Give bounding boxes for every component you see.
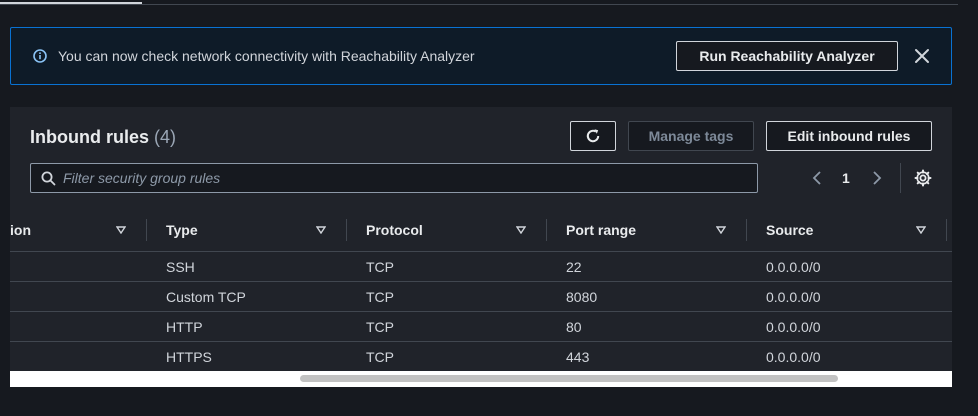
cell-type: HTTP (166, 319, 203, 335)
horizontal-scrollbar[interactable] (10, 371, 952, 387)
refresh-button[interactable] (570, 121, 616, 151)
filter-input[interactable] (63, 168, 743, 188)
column-divider (546, 219, 547, 241)
cell-source: 0.0.0.0/0 (766, 259, 821, 275)
cell-type: HTTPS (166, 349, 212, 365)
cell-protocol: TCP (366, 259, 394, 275)
flash-message: You can now check network connectivity w… (58, 48, 475, 64)
cell-source: 0.0.0.0/0 (766, 319, 821, 335)
cell-protocol: TCP (366, 349, 394, 365)
table-row[interactable]: SSH TCP 22 0.0.0.0/0 (10, 252, 952, 282)
column-header-type[interactable]: Type (166, 222, 198, 238)
cell-protocol: TCP (366, 319, 394, 335)
cell-port-range: 22 (566, 259, 582, 275)
scrollbar-thumb[interactable] (300, 375, 838, 382)
column-divider (946, 219, 947, 241)
pager-divider (900, 163, 901, 193)
tab-divider (0, 4, 958, 5)
info-flash-banner: You can now check network connectivity w… (10, 27, 952, 85)
column-divider (146, 219, 147, 241)
cell-type: SSH (166, 259, 195, 275)
table-header: ion Type Protocol Port range Source (10, 207, 952, 252)
current-page-number[interactable]: 1 (842, 170, 850, 186)
column-header-protocol[interactable]: Protocol (366, 222, 423, 238)
column-header-source[interactable]: Source (766, 222, 813, 238)
cell-port-range: 443 (566, 349, 590, 365)
run-reachability-analyzer-button[interactable]: Run Reachability Analyzer (676, 41, 898, 71)
rule-count: (4) (154, 127, 177, 147)
sort-down-icon[interactable] (316, 226, 326, 234)
panel-title-text: Inbound rules (30, 127, 149, 147)
search-icon (41, 171, 56, 186)
refresh-icon (586, 129, 600, 143)
chevron-left-icon[interactable] (810, 170, 824, 186)
cell-port-range: 80 (566, 319, 582, 335)
chevron-right-icon[interactable] (870, 170, 884, 186)
cell-source: 0.0.0.0/0 (766, 349, 821, 365)
table-row[interactable]: HTTP TCP 80 0.0.0.0/0 (10, 312, 952, 342)
sort-down-icon[interactable] (916, 226, 926, 234)
close-icon[interactable] (914, 48, 930, 64)
cell-type: Custom TCP (166, 289, 246, 305)
inbound-rules-panel: Inbound rules (4) Manage tags Edit inbou… (10, 107, 952, 387)
cell-protocol: TCP (366, 289, 394, 305)
panel-title: Inbound rules (4) (30, 127, 176, 148)
inbound-rules-table: ion Type Protocol Port range Source SSH … (10, 207, 952, 372)
edit-inbound-rules-button[interactable]: Edit inbound rules (766, 121, 932, 151)
table-row[interactable]: HTTPS TCP 443 0.0.0.0/0 (10, 342, 952, 372)
gear-icon[interactable] (914, 169, 932, 187)
info-icon (33, 49, 47, 63)
column-header-port-range[interactable]: Port range (566, 222, 636, 238)
column-header-description[interactable]: ion (10, 222, 31, 238)
column-divider (346, 219, 347, 241)
table-row[interactable]: Custom TCP TCP 8080 0.0.0.0/0 (10, 282, 952, 312)
sort-down-icon[interactable] (516, 226, 526, 234)
cell-port-range: 8080 (566, 289, 598, 305)
manage-tags-button[interactable]: Manage tags (628, 121, 754, 151)
sort-down-icon[interactable] (716, 226, 726, 234)
cell-source: 0.0.0.0/0 (766, 289, 821, 305)
filter-field[interactable] (30, 163, 758, 193)
column-divider (746, 219, 747, 241)
sort-down-icon[interactable] (116, 226, 126, 234)
